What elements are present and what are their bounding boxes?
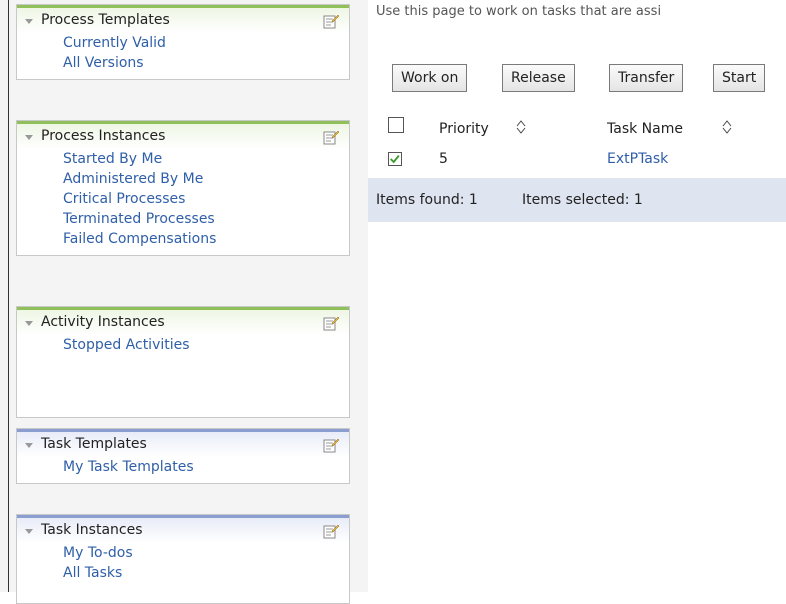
navigation-sidebar: Process Templates Currently Valid All Ve… [0,0,368,604]
panel-title: Process Templates [41,12,170,28]
panel-header[interactable]: Process Instances [17,121,349,149]
select-all-checkbox[interactable] [388,117,404,133]
nav-link-started-by-me[interactable]: Started By Me [63,149,349,169]
panel-activity-instances: Activity Instances Stopped Activities [16,306,350,418]
edit-note-icon[interactable] [323,315,339,331]
panel-process-instances: Process Instances Started By Me Administ… [16,120,350,256]
page-description: Use this page to work on tasks that are … [376,4,662,19]
panel-task-instances: Task Instances My To-dos All Tasks [16,514,350,604]
triangle-down-icon[interactable] [25,135,33,140]
cell-priority: 5 [439,151,448,167]
main-content: Use this page to work on tasks that are … [368,0,786,592]
nav-link-all-versions[interactable]: All Versions [63,53,349,73]
nav-link-my-task-templates[interactable]: My Task Templates [63,457,349,477]
sort-updown-icon[interactable] [516,120,526,134]
table-header: Priority Task Name [376,112,786,145]
nav-link-my-to-dos[interactable]: My To-dos [63,543,349,563]
transfer-button[interactable]: Transfer [609,64,684,92]
edit-note-icon[interactable] [323,523,339,539]
panel-title: Task Templates [41,436,147,452]
panel-header[interactable]: Task Templates [17,429,349,457]
items-selected-count: Items selected: 1 [522,192,643,208]
triangle-down-icon[interactable] [25,321,33,326]
nav-link-all-tasks[interactable]: All Tasks [63,563,349,583]
triangle-down-icon[interactable] [25,19,33,24]
edit-note-icon[interactable] [323,129,339,145]
nav-link-failed-compensations[interactable]: Failed Compensations [63,229,349,249]
sidebar-border [8,0,9,592]
table-footer: Items found: 1 Items selected: 1 [368,178,786,222]
nav-link-currently-valid[interactable]: Currently Valid [63,33,349,53]
panel-title: Activity Instances [41,314,165,330]
table-row[interactable]: 5 ExtPTask [376,144,786,176]
release-button[interactable]: Release [502,64,575,92]
panel-process-templates: Process Templates Currently Valid All Ve… [16,4,350,80]
sort-updown-icon[interactable] [722,120,732,134]
nav-link-critical-processes[interactable]: Critical Processes [63,189,349,209]
nav-link-terminated-processes[interactable]: Terminated Processes [63,209,349,229]
checkmark-icon [390,154,400,164]
nav-link-stopped-activities[interactable]: Stopped Activities [63,335,349,355]
panel-title: Process Instances [41,128,166,144]
column-header-priority[interactable]: Priority [439,121,489,137]
nav-link-administered-by-me[interactable]: Administered By Me [63,169,349,189]
panel-header[interactable]: Task Instances [17,515,349,543]
row-checkbox[interactable] [388,152,402,166]
panel-header[interactable]: Process Templates [17,5,349,33]
triangle-down-icon[interactable] [25,529,33,534]
items-found-count: Items found: 1 [376,192,478,208]
panel-header[interactable]: Activity Instances [17,307,349,335]
work-on-button[interactable]: Work on [392,64,468,92]
edit-note-icon[interactable] [323,13,339,29]
panel-title: Task Instances [41,522,143,538]
panel-task-templates: Task Templates My Task Templates [16,428,350,484]
start-button[interactable]: Start [713,64,766,92]
cell-task-name-link[interactable]: ExtPTask [607,151,668,167]
edit-note-icon[interactable] [323,437,339,453]
triangle-down-icon[interactable] [25,443,33,448]
column-header-task-name[interactable]: Task Name [607,121,683,137]
